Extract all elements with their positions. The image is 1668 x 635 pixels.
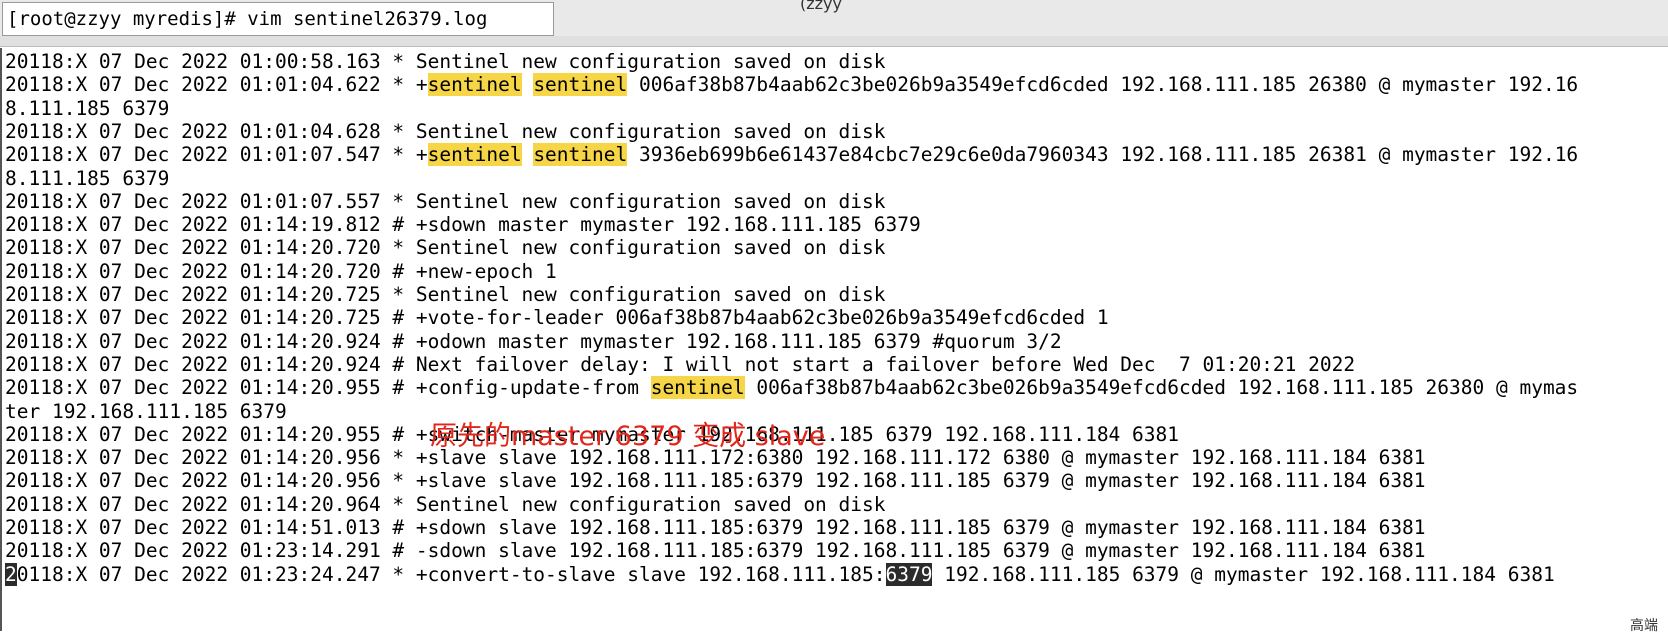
log-text: 3936eb699b6e61437e84cbc7e29c6e0da7960343… (627, 143, 1579, 167)
log-line: 20118:X 07 Dec 2022 01:00:58.163 * Senti… (5, 50, 886, 74)
log-text: 20118:X 07 Dec 2022 01:23:14.291 # -sdow… (5, 539, 1426, 563)
window-titlebar: (zzyy [root@zzyy myredis]# vim sentinel2… (0, 0, 1668, 47)
log-text: 20118:X 07 Dec 2022 01:01:04.628 * Senti… (5, 119, 886, 143)
search-highlight: sentinel (533, 143, 628, 167)
log-line: ter 192.168.111.185 6379 (5, 400, 287, 424)
log-line: 20118:X 07 Dec 2022 01:01:04.628 * Senti… (5, 120, 886, 144)
log-text: 20118:X 07 Dec 2022 01:14:19.812 # +sdow… (5, 213, 921, 237)
log-line: 20118:X 07 Dec 2022 01:14:19.812 # +sdow… (5, 213, 921, 237)
log-line: 20118:X 07 Dec 2022 01:01:04.622 * +sent… (5, 73, 1578, 97)
log-text: 20118:X 07 Dec 2022 01:14:20.924 # Next … (5, 352, 1356, 376)
log-line: 20118:X 07 Dec 2022 01:14:20.955 # +conf… (5, 376, 1578, 400)
log-line: 20118:X 07 Dec 2022 01:14:20.725 # +vote… (5, 306, 1109, 330)
log-text: 20118:X 07 Dec 2022 01:14:20.725 * Senti… (5, 283, 886, 306)
log-text: ter 192.168.111.185 6379 (5, 399, 287, 423)
search-highlight: sentinel (650, 376, 745, 400)
log-text: 20118:X 07 Dec 2022 01:14:20.725 # +vote… (5, 306, 1109, 330)
log-line: 20118:X 07 Dec 2022 01:14:20.956 * +slav… (5, 469, 1426, 493)
log-text: 0118:X 07 Dec 2022 01:23:24.247 * +conve… (16, 562, 886, 586)
menu-bar[interactable] (0, 36, 1668, 47)
log-line: 20118:X 07 Dec 2022 01:14:20.964 * Senti… (5, 493, 886, 517)
log-line: 8.111.185 6379 (5, 97, 169, 121)
log-text: 20118:X 07 Dec 2022 01:14:20.964 * Senti… (5, 492, 886, 516)
terminal-log-view[interactable]: 20118:X 07 Dec 2022 01:00:58.163 * Senti… (0, 48, 1668, 631)
log-line: 20118:X 07 Dec 2022 01:01:07.547 * +sent… (5, 143, 1578, 167)
window-title: (zzyy (800, 0, 842, 13)
log-text: 20118:X 07 Dec 2022 01:14:20.924 # +odow… (5, 329, 1062, 353)
log-text: 20118:X 07 Dec 2022 01:14:20.720 * Senti… (5, 236, 886, 260)
log-text: 20118:X 07 Dec 2022 01:00:58.163 * Senti… (5, 50, 886, 73)
log-line: 20118:X 07 Dec 2022 01:23:14.291 # -sdow… (5, 539, 1426, 563)
search-highlight: sentinel (533, 73, 628, 97)
log-text: 192.168.111.185 6379 @ mymaster 192.168.… (932, 562, 1555, 586)
log-text: 8.111.185 6379 (5, 166, 170, 190)
red-annotation: 原先的master 6379 变成 slave (430, 421, 826, 452)
log-text: 20118:X 07 Dec 2022 01:01:07.547 * + (5, 143, 428, 167)
log-line: 20118:X 07 Dec 2022 01:14:51.013 # +sdow… (5, 516, 1426, 540)
search-highlight: sentinel (427, 73, 522, 97)
corner-text-fragment: 高端 (1630, 618, 1658, 634)
log-line: 20118:X 07 Dec 2022 01:14:20.924 # Next … (5, 353, 1355, 377)
log-text: 20118:X 07 Dec 2022 01:14:20.720 # +new-… (5, 259, 557, 283)
log-line: 20118:X 07 Dec 2022 01:14:20.720 # +new-… (5, 260, 557, 284)
log-line: 8.111.185 6379 (5, 167, 169, 191)
log-text: 8.111.185 6379 (5, 96, 170, 120)
cursor-highlight: 2 (5, 562, 17, 586)
log-text: 20118:X 07 Dec 2022 01:01:04.622 * + (5, 73, 428, 97)
log-line: 20118:X 07 Dec 2022 01:14:20.725 * Senti… (5, 283, 886, 307)
log-line: 20118:X 07 Dec 2022 01:14:20.924 # +odow… (5, 330, 1062, 354)
search-highlight: sentinel (427, 143, 522, 167)
cursor-highlight: 6379 (885, 562, 933, 586)
shell-command-prompt[interactable]: [root@zzyy myredis]# vim sentinel26379.l… (2, 2, 554, 36)
log-text: 006af38b87b4aab62c3be026b9a3549efcd6cded… (744, 376, 1579, 400)
log-text: 20118:X 07 Dec 2022 01:01:07.557 * Senti… (5, 189, 886, 213)
log-text: 006af38b87b4aab62c3be026b9a3549efcd6cded… (627, 73, 1579, 97)
log-text: 20118:X 07 Dec 2022 01:14:20.955 # +conf… (5, 376, 651, 400)
log-line: 20118:X 07 Dec 2022 01:23:24.247 * +conv… (5, 562, 1555, 587)
log-line: 20118:X 07 Dec 2022 01:14:20.720 * Senti… (5, 236, 886, 260)
log-text: 20118:X 07 Dec 2022 01:14:51.013 # +sdow… (5, 516, 1426, 539)
log-text: 20118:X 07 Dec 2022 01:14:20.956 * +slav… (5, 469, 1426, 493)
log-line: 20118:X 07 Dec 2022 01:01:07.557 * Senti… (5, 190, 886, 214)
